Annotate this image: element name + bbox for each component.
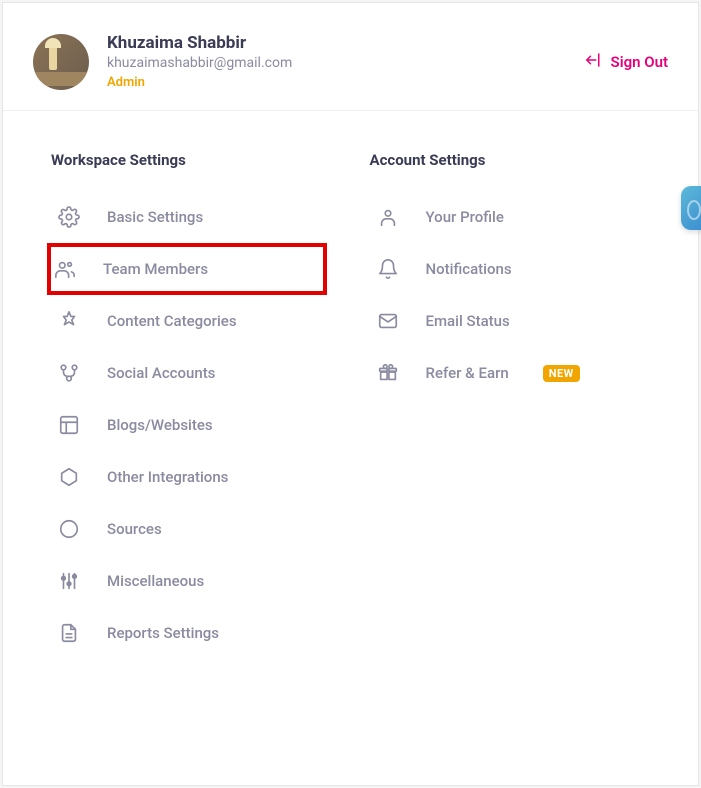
menu-label: Email Status bbox=[426, 312, 510, 330]
sign-out-icon bbox=[583, 51, 601, 73]
menu-item-email-status[interactable]: Email Status bbox=[370, 295, 669, 347]
menu-label: Team Members bbox=[103, 260, 208, 278]
menu-item-reports-settings[interactable]: Reports Settings bbox=[51, 607, 350, 659]
menu-label: Other Integrations bbox=[107, 468, 228, 486]
account-settings-column: Account Settings Your Profile Notificati… bbox=[370, 151, 669, 659]
new-badge: NEW bbox=[543, 365, 580, 382]
menu-label: Reports Settings bbox=[107, 624, 219, 642]
hexagon-icon bbox=[57, 465, 81, 489]
header: Khuzaima Shabbir khuzaimashabbir@gmail.c… bbox=[3, 3, 698, 111]
sliders-icon bbox=[57, 569, 81, 593]
bell-icon bbox=[376, 257, 400, 281]
menu-item-your-profile[interactable]: Your Profile bbox=[370, 191, 669, 243]
menu-label: Blogs/Websites bbox=[107, 416, 213, 434]
menu-item-social-accounts[interactable]: Social Accounts bbox=[51, 347, 350, 399]
menu-label: Miscellaneous bbox=[107, 572, 204, 590]
menu-item-basic-settings[interactable]: Basic Settings bbox=[51, 191, 350, 243]
menu-item-blogs-websites[interactable]: Blogs/Websites bbox=[51, 399, 350, 451]
avatar[interactable] bbox=[33, 34, 89, 90]
gear-icon bbox=[57, 205, 81, 229]
menu-label: Your Profile bbox=[426, 208, 504, 226]
users-icon bbox=[53, 257, 77, 281]
envelope-icon bbox=[376, 309, 400, 333]
workspace-settings-title: Workspace Settings bbox=[51, 151, 350, 169]
menu-item-team-members[interactable]: Team Members bbox=[47, 243, 327, 295]
menu-item-refer-earn[interactable]: Refer & Earn NEW bbox=[370, 347, 669, 399]
menu-item-notifications[interactable]: Notifications bbox=[370, 243, 669, 295]
gift-icon bbox=[376, 361, 400, 385]
file-icon bbox=[57, 621, 81, 645]
menu-label: Sources bbox=[107, 520, 162, 538]
workspace-settings-column: Workspace Settings Basic Settings Team M… bbox=[51, 151, 350, 659]
user-email: khuzaimashabbir@gmail.com bbox=[107, 55, 292, 71]
user-name: Khuzaima Shabbir bbox=[107, 33, 292, 53]
menu-label: Basic Settings bbox=[107, 208, 203, 226]
menu-label: Content Categories bbox=[107, 312, 237, 330]
circle-icon bbox=[57, 517, 81, 541]
user-info: Khuzaima Shabbir khuzaimashabbir@gmail.c… bbox=[107, 33, 292, 90]
user-block: Khuzaima Shabbir khuzaimashabbir@gmail.c… bbox=[33, 33, 292, 90]
menu-label: Notifications bbox=[426, 260, 512, 278]
account-settings-title: Account Settings bbox=[370, 151, 669, 169]
menu-item-miscellaneous[interactable]: Miscellaneous bbox=[51, 555, 350, 607]
pin-icon bbox=[57, 309, 81, 333]
menu-item-content-categories[interactable]: Content Categories bbox=[51, 295, 350, 347]
user-role-badge: Admin bbox=[107, 75, 292, 90]
layout-icon bbox=[57, 413, 81, 437]
branch-icon bbox=[57, 361, 81, 385]
menu-item-sources[interactable]: Sources bbox=[51, 503, 350, 555]
settings-content: Workspace Settings Basic Settings Team M… bbox=[3, 111, 698, 679]
menu-label: Social Accounts bbox=[107, 364, 215, 382]
sign-out-label: Sign Out bbox=[611, 53, 668, 71]
menu-item-other-integrations[interactable]: Other Integrations bbox=[51, 451, 350, 503]
menu-label: Refer & Earn bbox=[426, 364, 509, 382]
user-icon bbox=[376, 205, 400, 229]
sign-out-button[interactable]: Sign Out bbox=[583, 51, 668, 73]
